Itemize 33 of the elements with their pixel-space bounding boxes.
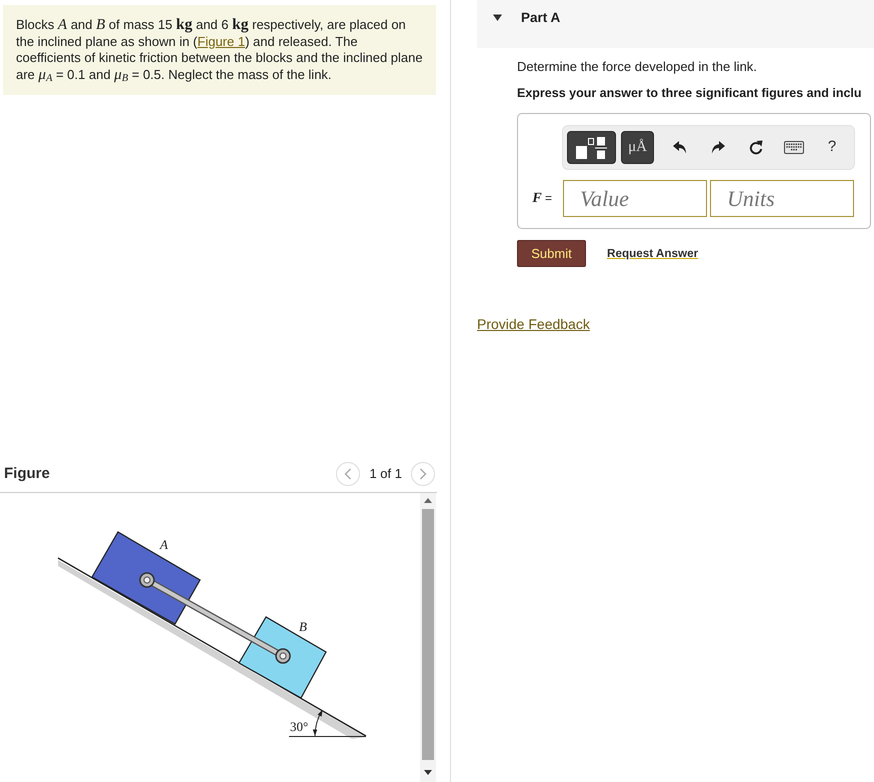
submit-button[interactable]: Submit xyxy=(517,240,586,267)
provide-feedback-link[interactable]: Provide Feedback xyxy=(477,316,590,332)
help-button[interactable]: ? xyxy=(813,131,851,164)
block-label: B xyxy=(299,619,307,634)
scroll-up-icon[interactable] xyxy=(424,498,432,502)
answer-input-field[interactable]: Value xyxy=(563,180,707,217)
question-prompt: Determine the force developed in the link. xyxy=(517,59,758,75)
answer-input-field[interactable]: Units xyxy=(710,180,854,217)
chevron-right-icon xyxy=(419,468,427,480)
pin-icon xyxy=(275,648,291,664)
keyboard-icon[interactable] xyxy=(784,141,804,154)
redo-icon[interactable] xyxy=(711,141,725,154)
symbols-button[interactable]: μÅ xyxy=(621,131,654,164)
scroll-down-icon[interactable] xyxy=(424,770,432,774)
template-icon xyxy=(576,136,608,158)
figure-link[interactable]: Figure 1 xyxy=(197,34,246,48)
chevron-left-icon xyxy=(344,468,352,480)
part-title: Part A xyxy=(521,10,560,25)
request-answer-link[interactable]: Request Answer xyxy=(607,244,698,262)
figure-pager-text: 1 of 1 xyxy=(369,465,402,484)
answer-instruction: Express your answer to three significant figures and inclu xyxy=(517,85,863,101)
answer-variable-label: F = xyxy=(531,190,553,208)
part-header[interactable]: Part A xyxy=(477,0,874,48)
angle-arc xyxy=(312,710,323,736)
angle-label: 30° xyxy=(290,719,308,734)
undo-icon[interactable] xyxy=(673,141,687,154)
pin-icon xyxy=(139,572,155,588)
scrollbar-thumb[interactable] xyxy=(422,509,434,760)
problem-statement: Blocks A and B of mass 15 kg and 6 kg respectively, are placed on the inclined plane as shown in (Figure 1) and released. The coefficients of kinetic friction between the blocks and the inclined plane are μ$_{A}$ = 0.1 and μ$_{B}$ = 0.5. Neglect the mass of the link. xyxy=(16,17,423,83)
reset-icon[interactable] xyxy=(749,140,763,155)
figure-heading: Figure xyxy=(4,464,50,484)
block-label: A xyxy=(160,537,168,552)
templates-button[interactable] xyxy=(567,131,616,164)
